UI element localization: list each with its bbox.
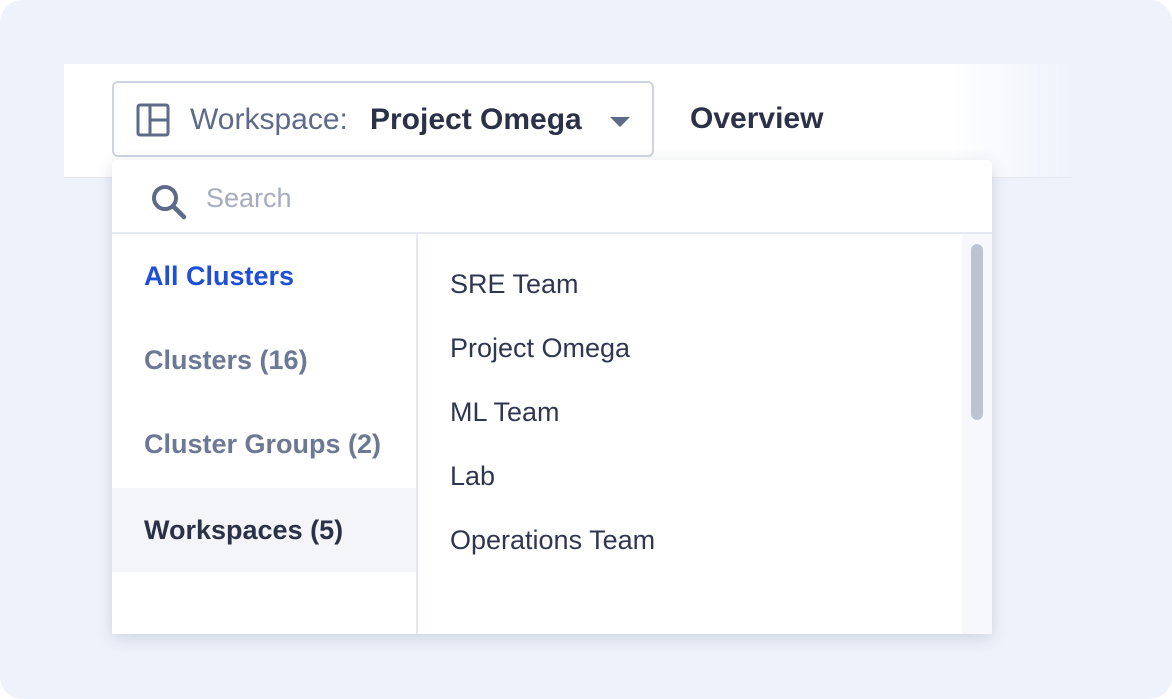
search-icon	[152, 185, 187, 220]
scrollbar-thumb[interactable]	[971, 244, 983, 420]
category-workspaces[interactable]: Workspaces (5)	[112, 488, 416, 572]
category-list: All Clusters Clusters (16) Cluster Group…	[112, 234, 418, 634]
category-cluster-groups[interactable]: Cluster Groups (2)	[112, 402, 416, 486]
workspace-prefix-label: Workspace:	[190, 103, 348, 136]
search-input[interactable]	[206, 176, 946, 220]
category-all-clusters[interactable]: All Clusters	[112, 234, 416, 318]
workspace-item-operations-team[interactable]: Operations Team	[418, 508, 958, 572]
workspace-item-project-omega[interactable]: Project Omega	[418, 316, 958, 380]
chevron-down-icon	[610, 117, 630, 127]
workspace-current-value: Project Omega	[370, 103, 582, 136]
layout-panels-icon	[136, 103, 170, 137]
workspace-dropdown-panel: All Clusters Clusters (16) Cluster Group…	[112, 160, 992, 634]
tab-overview[interactable]: Overview	[690, 101, 823, 137]
workspace-item-sre-team[interactable]: SRE Team	[418, 252, 958, 316]
workspace-selector[interactable]: Workspace: Project Omega	[112, 81, 654, 157]
category-clusters[interactable]: Clusters (16)	[112, 318, 416, 402]
workspace-list: SRE Team Project Omega ML Team Lab Opera…	[418, 234, 962, 634]
search-row	[112, 160, 992, 234]
workspace-item-lab[interactable]: Lab	[418, 444, 958, 508]
workspace-item-ml-team[interactable]: ML Team	[418, 380, 958, 444]
app-canvas: Workspace: Project Omega Overview All Cl…	[0, 0, 1172, 699]
